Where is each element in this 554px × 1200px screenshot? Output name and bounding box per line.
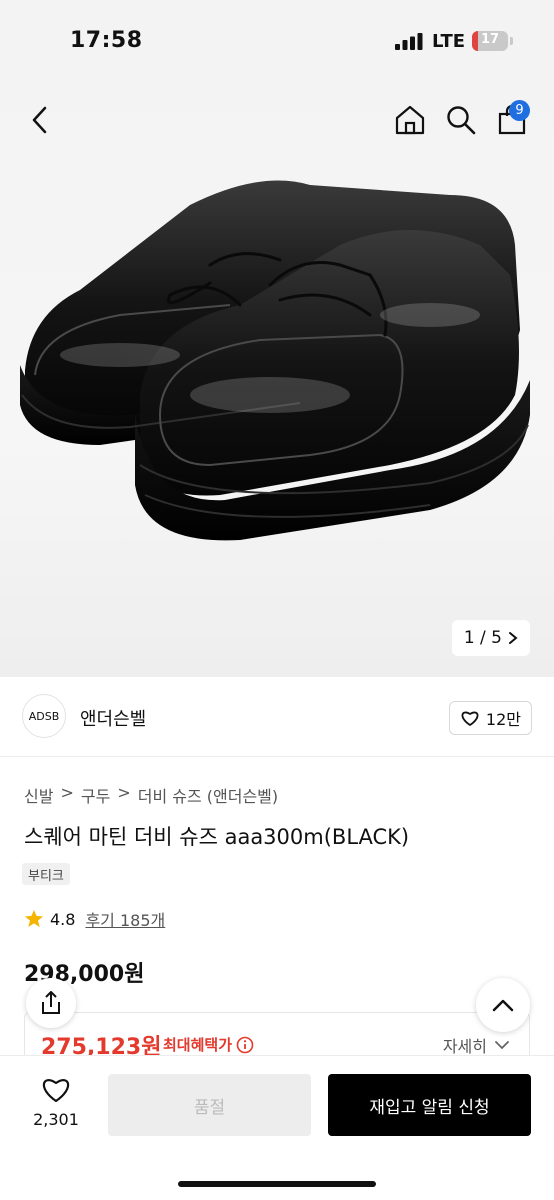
product-tag: 부티크	[22, 863, 70, 885]
status-bar: 17:58 LTE 17	[0, 0, 554, 80]
home-button[interactable]	[390, 100, 430, 140]
brand-like-count: 12만	[485, 710, 521, 729]
benefit-details-toggle[interactable]: 자세히	[443, 1033, 509, 1057]
search-icon	[447, 106, 476, 135]
star-icon	[25, 910, 43, 927]
product-title: 스퀘어 마틴 더비 슈즈 aaa300m(BLACK)	[24, 825, 410, 849]
cart-button[interactable]: 9	[492, 100, 532, 140]
benefit-label-group: 최대혜택가	[163, 1034, 254, 1055]
product-gallery[interactable]: 9 1 / 5	[0, 80, 554, 677]
battery-level: 17	[480, 32, 500, 47]
bottom-action-bar: 2,301 품절 재입고 알림 신청	[0, 1055, 554, 1200]
rating-row: 4.8 후기 185개	[24, 907, 165, 931]
rating-value: 4.8	[50, 909, 76, 929]
share-icon	[42, 991, 60, 1014]
network-type: LTE	[432, 31, 466, 52]
brand-name[interactable]: 앤더슨벨	[80, 705, 146, 731]
breadcrumb-item[interactable]: 구두	[81, 783, 110, 807]
chevron-right-icon	[509, 632, 518, 644]
wishlist-button[interactable]: 2,301	[26, 1076, 86, 1129]
search-button[interactable]	[441, 100, 481, 140]
breadcrumb-item[interactable]: 더비 슈즈 (앤더슨벨)	[138, 783, 278, 807]
status-time: 17:58	[70, 28, 143, 53]
product-image	[20, 180, 530, 541]
cart-count-badge: 9	[509, 100, 530, 121]
info-icon[interactable]	[236, 1036, 254, 1054]
scroll-top-button[interactable]	[476, 978, 530, 1032]
brand-logo[interactable]: ADSB	[22, 694, 66, 738]
battery-icon: 17	[472, 31, 508, 51]
pager-text: 1 / 5	[463, 628, 502, 648]
back-button[interactable]	[22, 100, 58, 140]
restock-alert-button[interactable]: 재입고 알림 신청	[328, 1074, 531, 1136]
breadcrumb: 신발 > 구두 > 더비 슈즈 (앤더슨벨)	[24, 783, 278, 807]
benefit-label: 최대혜택가	[163, 1036, 233, 1054]
chevron-down-icon	[495, 1040, 509, 1049]
benefit-more-label: 자세히	[442, 1037, 487, 1056]
brand-like-button[interactable]: 12만	[448, 701, 532, 735]
brand-row[interactable]: ADSB 앤더슨벨 12만	[0, 677, 554, 757]
heart-icon	[461, 711, 479, 726]
share-button[interactable]	[26, 978, 76, 1028]
breadcrumb-separator: >	[117, 783, 131, 802]
soldout-button: 품절	[108, 1074, 311, 1136]
wishlist-count: 2,301	[33, 1110, 79, 1129]
chevron-up-icon	[492, 999, 514, 1012]
breadcrumb-separator: >	[60, 783, 74, 802]
signal-icon	[395, 33, 423, 50]
breadcrumb-item[interactable]: 신발	[24, 783, 53, 807]
heart-icon	[42, 1079, 70, 1103]
battery-tip	[510, 37, 513, 45]
review-link[interactable]: 후기 185개	[85, 907, 165, 931]
home-indicator	[178, 1181, 376, 1187]
gallery-pager[interactable]: 1 / 5	[451, 620, 530, 656]
home-icon	[395, 105, 425, 135]
back-icon	[32, 106, 47, 134]
